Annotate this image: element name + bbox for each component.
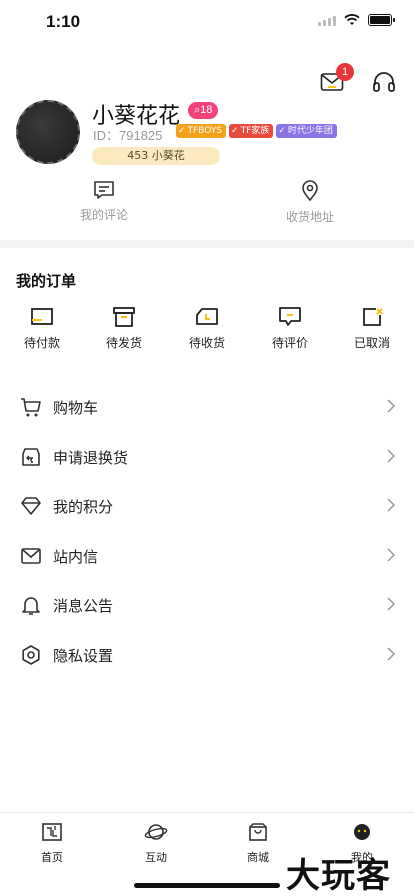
home-icon — [42, 823, 62, 841]
shipping-address-link[interactable]: 收货地址 — [260, 180, 360, 225]
order-pending-receipt-label: 待收货 — [188, 336, 225, 350]
order-status-row: 待付款 待发货 待收货 待评价 已取消 — [0, 306, 414, 350]
order-pending-shipment-label: 待发货 — [105, 336, 142, 350]
profile-card[interactable]: 小葵花花 ⌕18 ID：791825 ✓ TFBOYS ✓ TF家族 ✓ 时代少年团 … — [16, 98, 398, 168]
tab-interact-label: 互动 — [145, 851, 167, 864]
quick-links: 我的评论 收货地址 — [0, 180, 414, 225]
chevron-right-icon — [387, 498, 396, 512]
home-indicator[interactable] — [134, 883, 280, 888]
tag-tfboys: ✓ TFBOYS — [176, 124, 227, 138]
tab-mall[interactable]: 商城 — [228, 822, 288, 865]
watermark-logo: 大玩客 — [286, 856, 391, 896]
face-icon — [354, 824, 370, 840]
header-actions: 1 — [318, 63, 398, 96]
chevron-right-icon — [387, 548, 396, 562]
mail-icon — [21, 547, 41, 564]
tag-tf-family: ✓ TF家族 — [229, 124, 274, 138]
order-cancelled-label: 已取消 — [353, 336, 390, 350]
mail-button[interactable]: 1 — [318, 63, 354, 96]
chevron-right-icon — [387, 399, 396, 413]
order-pending-payment-label: 待付款 — [23, 336, 60, 350]
box-icon — [113, 307, 135, 327]
menu-item-inbox[interactable]: 站内信 — [0, 531, 414, 581]
battery-icon — [368, 14, 395, 26]
section-divider — [0, 240, 414, 248]
fans-count-pill[interactable]: 453 小葵花 — [92, 147, 220, 165]
cancel-icon — [363, 308, 383, 326]
order-cancelled[interactable]: 已取消 — [337, 306, 407, 351]
menu-item-privacy[interactable]: 隐私设置 — [0, 630, 414, 680]
level-value: 18 — [200, 104, 213, 116]
tab-home[interactable]: 首页 — [22, 822, 82, 865]
chevron-right-icon — [387, 449, 396, 463]
wifi-icon — [344, 14, 360, 25]
order-pending-shipment[interactable]: 待发货 — [89, 306, 159, 351]
level-badge: ⌕18 — [188, 102, 219, 119]
wallet-icon — [31, 308, 53, 325]
shipping-address-label: 收货地址 — [285, 210, 334, 224]
tab-home-label: 首页 — [41, 851, 63, 864]
status-icons — [318, 14, 395, 26]
bag-icon — [249, 823, 267, 841]
menu-item-return[interactable]: 申请退换货 — [0, 432, 414, 482]
order-pending-payment[interactable]: 待付款 — [7, 306, 77, 351]
chevron-right-icon — [387, 647, 396, 661]
return-icon — [22, 447, 40, 466]
avatar[interactable] — [16, 100, 80, 164]
comment-icon — [94, 181, 114, 199]
menu-item-cart[interactable]: 购物车 — [0, 382, 414, 432]
menu-item-announcements[interactable]: 消息公告 — [0, 580, 414, 630]
cart-icon — [21, 398, 41, 417]
user-id: ID：791825 — [93, 128, 163, 143]
status-time: 1:10 — [46, 12, 81, 31]
signal-icon — [318, 14, 336, 26]
fandom-tags: ✓ TFBOYS ✓ TF家族 ✓ 时代少年团 — [176, 124, 337, 138]
review-icon — [279, 307, 301, 326]
settings-menu: 购物车 申请退换货 我的积分 站内信 消息公告 隐私设置 — [0, 382, 414, 680]
headphones-icon — [373, 72, 395, 92]
planet-icon — [144, 824, 168, 840]
menu-item-label: 消息公告 — [53, 597, 114, 616]
tab-interact[interactable]: 互动 — [126, 822, 186, 865]
mail-badge: 1 — [336, 63, 354, 81]
order-pending-review[interactable]: 待评价 — [255, 306, 325, 351]
menu-item-label: 站内信 — [53, 547, 99, 566]
menu-item-label: 隐私设置 — [53, 646, 114, 665]
menu-item-points[interactable]: 我的积分 — [0, 481, 414, 531]
v-mark-icon: ✓ — [278, 126, 286, 136]
customer-service-button[interactable] — [370, 68, 398, 96]
my-comments-link[interactable]: 我的评论 — [54, 180, 154, 223]
v-mark-icon: ✓ — [178, 126, 186, 136]
diamond-icon — [21, 497, 41, 515]
v-mark-icon: ✓ — [231, 126, 239, 136]
my-comments-label: 我的评论 — [79, 208, 128, 222]
chevron-right-icon — [387, 597, 396, 611]
tab-mall-label: 商城 — [247, 851, 269, 864]
gear-icon — [22, 645, 40, 665]
location-icon — [302, 180, 318, 202]
order-pending-receipt[interactable]: 待收货 — [172, 306, 242, 351]
menu-item-label: 我的积分 — [53, 498, 114, 517]
orders-title: 我的订单 — [16, 272, 77, 290]
status-bar: 1:10 — [0, 0, 414, 46]
order-pending-review-label: 待评价 — [271, 336, 308, 350]
menu-item-label: 申请退换货 — [53, 448, 129, 467]
menu-item-label: 购物车 — [53, 399, 99, 417]
truck-icon — [196, 308, 218, 325]
tag-tnt: ✓ 时代少年团 — [276, 124, 337, 138]
bell-icon — [22, 597, 40, 616]
